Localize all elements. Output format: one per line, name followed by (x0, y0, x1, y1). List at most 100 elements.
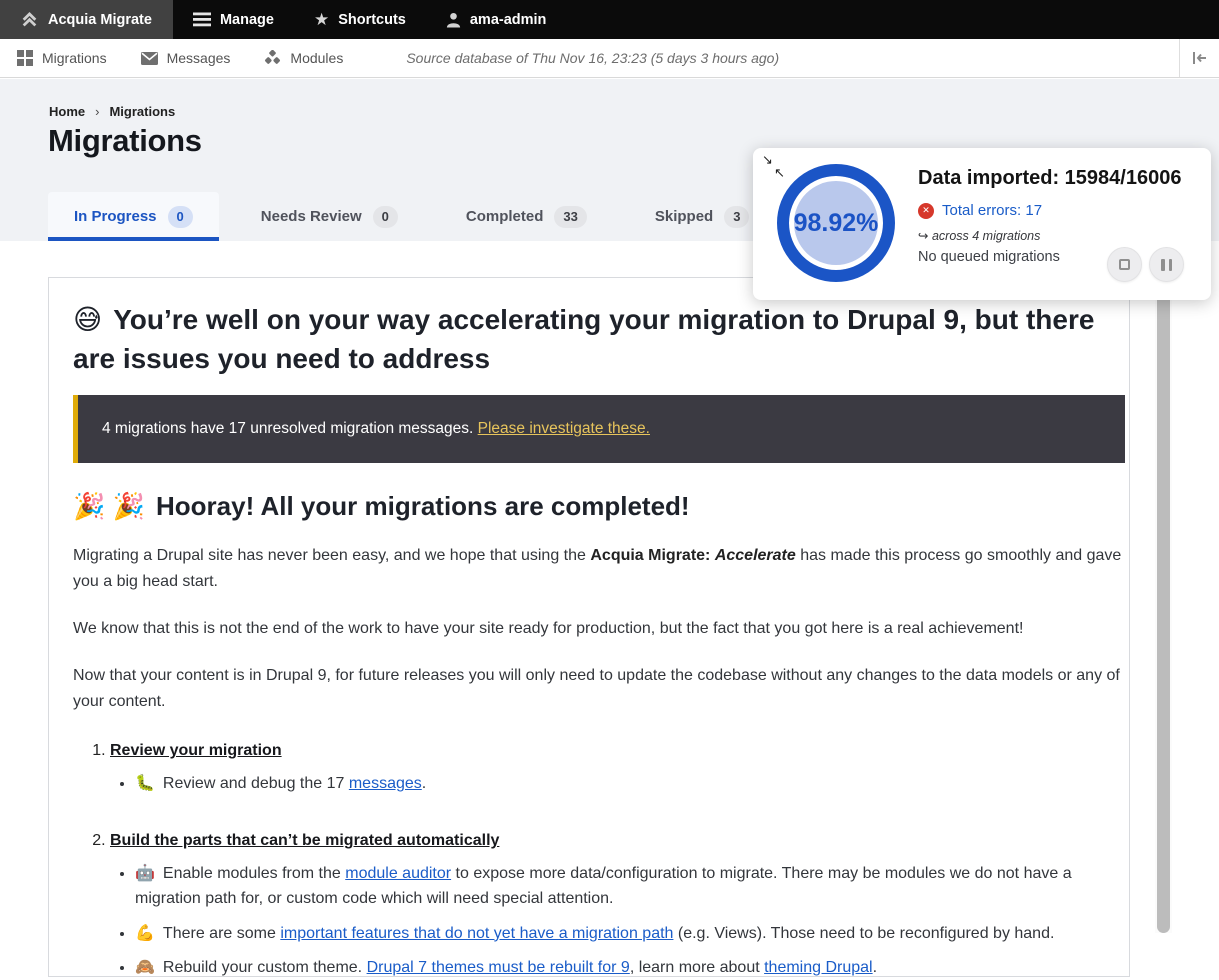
errors-detail: ↪ across 4 migrations (918, 228, 1040, 243)
stop-button[interactable] (1107, 247, 1142, 282)
step-review-migration-link[interactable]: Review your migration (110, 742, 282, 759)
messages-link[interactable]: messages (349, 775, 422, 792)
breadcrumb-separator: › (95, 104, 99, 119)
brand-label: Acquia Migrate (48, 12, 152, 28)
admin-item-shortcuts[interactable]: ★ Shortcuts (294, 0, 426, 39)
pause-button[interactable] (1149, 247, 1184, 282)
hamburger-icon (193, 12, 211, 27)
secondary-toolbar: Migrations Messages Modules Source datab… (0, 39, 1219, 78)
total-errors-row: ✕ Total errors: 17 (918, 202, 1042, 219)
theming-drupal-link[interactable]: theming Drupal (764, 959, 873, 976)
substep-text-end: . (873, 959, 877, 976)
resize-se-icon[interactable]: ↘ (762, 153, 773, 166)
star-icon: ★ (314, 11, 329, 28)
tab-in-progress-label: In Progress (74, 208, 157, 225)
admin-brand-acquia-migrate[interactable]: Acquia Migrate (0, 0, 173, 39)
progress-ring: 98.92% (777, 164, 895, 282)
substep-text: There are some (163, 925, 280, 942)
modules-label: Modules (290, 50, 343, 66)
username-label: ama-admin (470, 12, 547, 28)
see-no-evil-monkey-emoji: 🙈 (135, 959, 155, 976)
breadcrumb: Home › Migrations (49, 104, 175, 119)
source-database-note: Source database of Thu Nov 16, 23:23 (5 … (406, 50, 779, 66)
modules-cluster-icon (264, 50, 281, 66)
hooray-heading-text: Hooray! All your migrations are complete… (156, 491, 690, 521)
total-errors-link[interactable]: Total errors: 17 (942, 202, 1042, 219)
tab-in-progress-count: 0 (168, 206, 193, 228)
pause-icon (1161, 259, 1172, 271)
step-review-substeps: 🐛 Review and debug the 17 messages. (110, 771, 1125, 796)
toolbar-item-modules[interactable]: Modules (247, 50, 360, 66)
hooray-heading: 🎉 🎉 Hooray! All your migrations are compl… (73, 491, 1125, 522)
messages-label: Messages (167, 50, 231, 66)
substep-text: Rebuild your custom theme. (163, 959, 367, 976)
toolbar-orientation-toggle[interactable] (1179, 39, 1219, 77)
tab-skipped-count: 3 (724, 206, 749, 228)
intro-heading: 😅You’re well on your way accelerating yo… (73, 300, 1125, 378)
p1-brand-italic: Accelerate (715, 547, 796, 564)
resize-nw-icon[interactable]: ↖ (774, 166, 785, 179)
substep-text: Enable modules from the (163, 865, 345, 882)
migrations-label: Migrations (42, 50, 107, 66)
page-title: Migrations (48, 123, 202, 159)
intro-heading-text: You’re well on your way accelerating you… (73, 304, 1094, 374)
important-features-link[interactable]: important features that do not yet have … (280, 925, 673, 942)
substep-missing-migration-path: 💪 There are some important features that … (135, 921, 1125, 946)
data-imported-title: Data imported: 15984/16006 (918, 167, 1181, 190)
substep-text-end: . (422, 775, 426, 792)
user-icon (446, 12, 461, 28)
tab-completed-count: 33 (554, 206, 586, 228)
investigate-messages-link[interactable]: Please investigate these. (478, 420, 650, 437)
errors-detail-text: across 4 migrations (932, 229, 1040, 243)
step-review-migration: Review your migration 🐛 Review and debug … (110, 742, 1125, 796)
envelope-icon (141, 52, 158, 65)
step-build-parts-link[interactable]: Build the parts that can’t be migrated a… (110, 832, 499, 849)
p1-brand-bold: Acquia Migrate: (590, 547, 714, 564)
tab-completed[interactable]: Completed 33 (440, 192, 613, 241)
error-cross-icon: ✕ (918, 203, 934, 219)
double-chevron-up-icon (21, 11, 38, 28)
substep-debug-messages: 🐛 Review and debug the 17 messages. (135, 771, 1125, 796)
themes-rebuilt-link[interactable]: Drupal 7 themes must be rebuilt for 9 (367, 959, 630, 976)
tab-needs-review-count: 0 (373, 206, 398, 228)
arrow-to-bar-icon (1191, 51, 1208, 65)
tab-strip: In Progress 0 Needs Review 0 Completed 3… (48, 192, 775, 241)
step-build-parts: Build the parts that can’t be migrated a… (110, 832, 1125, 980)
manage-label: Manage (220, 12, 274, 28)
next-steps-list: Review your migration 🐛 Review and debug … (73, 742, 1125, 980)
breadcrumb-current: Migrations (109, 104, 175, 119)
paragraph-achievement: We know that this is not the end of the … (73, 616, 1125, 642)
substep-module-auditor: 🤖Enable modules from the module auditor … (135, 861, 1125, 912)
toolbar-item-messages[interactable]: Messages (124, 50, 248, 66)
tab-needs-review-label: Needs Review (261, 208, 362, 225)
tab-needs-review[interactable]: Needs Review 0 (235, 192, 424, 241)
admin-item-user[interactable]: ama-admin (426, 0, 567, 39)
tab-in-progress[interactable]: In Progress 0 (48, 192, 219, 241)
module-auditor-link[interactable]: module auditor (345, 865, 451, 882)
flexed-biceps-emoji: 💪 (135, 925, 155, 942)
alert-text: 4 migrations have 17 unresolved migratio… (102, 420, 478, 437)
substep-text-mid: , learn more about (630, 959, 764, 976)
grid-icon (17, 50, 33, 66)
content-scrollbar[interactable] (1155, 241, 1172, 933)
breadcrumb-home-link[interactable]: Home (49, 104, 85, 119)
sweat-smile-emoji: 😅 (73, 304, 102, 335)
p1-pre: Migrating a Drupal site has never been e… (73, 547, 590, 564)
substep-rebuild-theme: 🙈 Rebuild your custom theme. Drupal 7 the… (135, 955, 1125, 980)
queue-status: No queued migrations (918, 249, 1060, 265)
scrollbar-thumb[interactable] (1157, 249, 1170, 933)
substep-text: Review and debug the 17 (163, 775, 349, 792)
hook-arrow-icon: ↪ (918, 229, 928, 243)
bug-emoji: 🐛 (135, 775, 155, 792)
progress-percent: 98.92% (794, 209, 879, 238)
toolbar-item-migrations[interactable]: Migrations (0, 50, 124, 66)
substep-text-end: (e.g. Views). Those need to be reconfigu… (673, 925, 1054, 942)
stop-icon (1119, 259, 1130, 270)
admin-item-manage[interactable]: Manage (173, 0, 294, 39)
party-popper-emoji: 🎉 🎉 (73, 491, 145, 521)
shortcuts-label: Shortcuts (338, 12, 406, 28)
migration-overview-card: 😅You’re well on your way accelerating yo… (48, 277, 1130, 977)
tab-skipped-label: Skipped (655, 208, 713, 225)
admin-toolbar: Acquia Migrate Manage ★ Shortcuts ama-ad… (0, 0, 1219, 39)
widget-controls (1107, 247, 1184, 282)
